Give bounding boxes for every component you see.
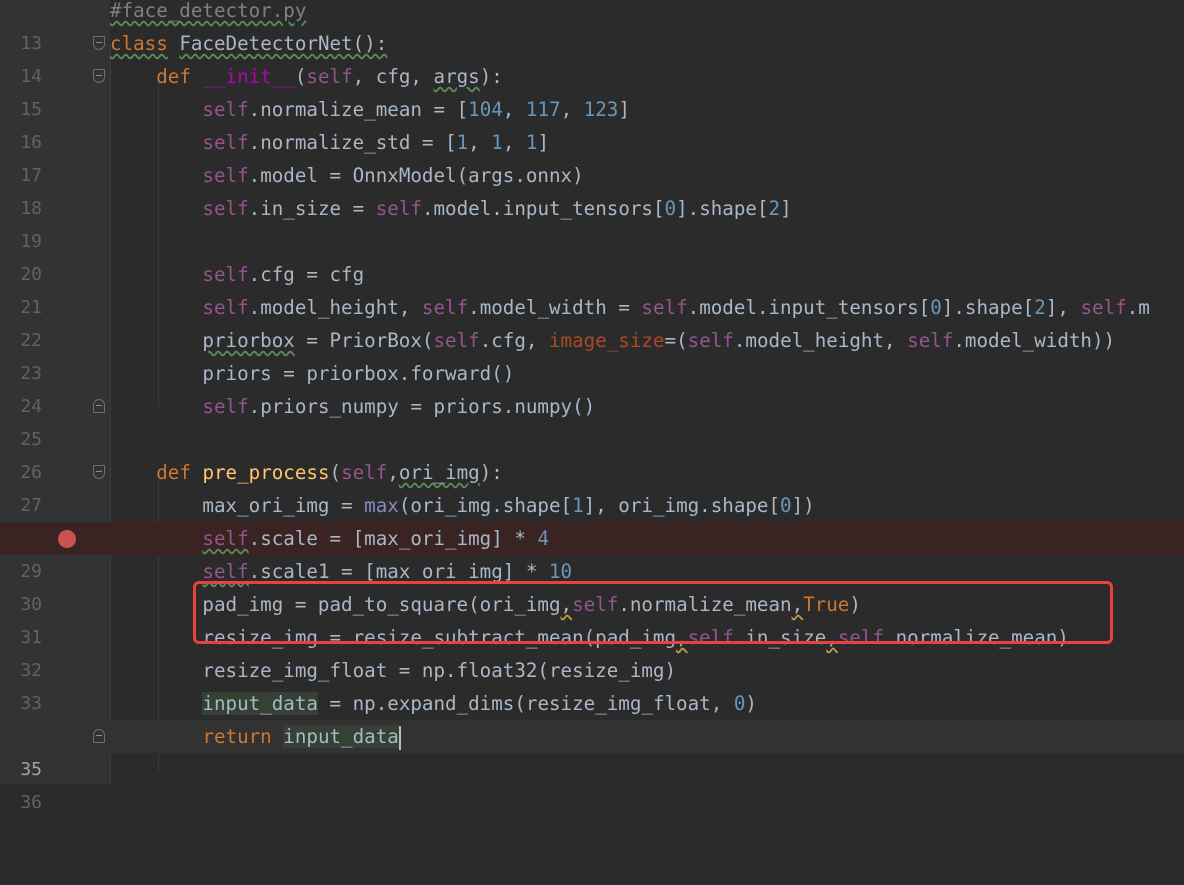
code-text: self.in_size = self.model.input_tensors[… bbox=[202, 197, 792, 220]
fold-toggle-icon[interactable] bbox=[93, 465, 105, 479]
code-line-current[interactable]: 35 return input_data bbox=[0, 720, 1184, 780]
fold-toggle-icon[interactable] bbox=[93, 36, 105, 50]
fold-toggle-icon[interactable] bbox=[93, 69, 105, 83]
code-line[interactable]: 28 max_ori_img = max(ori_img.shape[1], o… bbox=[0, 489, 1184, 549]
code-text: priors = priorbox.forward() bbox=[110, 362, 515, 385]
code-text: self.scale = [max_ori_img] * 4 bbox=[202, 527, 549, 550]
code-text: max_ori_img = max(ori_img.shape[1], ori_… bbox=[110, 494, 815, 517]
text-caret bbox=[398, 725, 401, 750]
code-editor[interactable]: 13 #face_detector.py 14 class FaceDetect… bbox=[0, 0, 1184, 813]
code-line[interactable]: 25 self.priors_numpy = priors.numpy() bbox=[0, 390, 1184, 450]
code-line[interactable]: 18 self.model = OnnxModel(args.onnx) bbox=[0, 159, 1184, 219]
code-text: def pre_process(self,ori_img): bbox=[156, 461, 503, 484]
code-line[interactable]: 16 self.normalize_mean = [104, 117, 123] bbox=[0, 93, 1184, 153]
code-text: priorbox = PriorBox(self.cfg, image_size… bbox=[202, 329, 1116, 352]
code-text: self.cfg = cfg bbox=[202, 263, 365, 286]
code-line[interactable]: 24 priors = priorbox.forward() bbox=[0, 357, 1184, 417]
code-line[interactable]: 13 #face_detector.py bbox=[0, 0, 1184, 54]
code-line[interactable]: 27 def pre_process(self,ori_img): bbox=[0, 456, 1184, 516]
breakpoint-icon[interactable] bbox=[58, 530, 76, 548]
code-text: def __init__(self, cfg, args): bbox=[156, 65, 503, 88]
code-line[interactable]: 23 priorbox = PriorBox(self.cfg, image_s… bbox=[0, 324, 1184, 384]
code-text: self.model = OnnxModel(args.onnx) bbox=[202, 164, 584, 187]
code-text: #face_detector.py bbox=[110, 0, 306, 27]
code-line[interactable]: 34 input_data = np.expand_dims(resize_im… bbox=[0, 687, 1184, 747]
code-text: class FaceDetectorNet(): bbox=[110, 32, 388, 55]
code-line[interactable]: 15 def __init__(self, cfg, args): bbox=[0, 60, 1184, 120]
code-text: return input_data bbox=[202, 725, 401, 750]
code-line[interactable]: 14 class FaceDetectorNet(): bbox=[0, 27, 1184, 87]
code-text: resize_img_float = np.float32(resize_img… bbox=[110, 659, 677, 682]
code-text: self.priors_numpy = priors.numpy() bbox=[202, 395, 596, 418]
code-line[interactable]: 26 bbox=[0, 423, 1184, 483]
fold-toggle-icon[interactable] bbox=[93, 399, 105, 413]
code-line[interactable]: 36 bbox=[0, 753, 1184, 813]
code-line[interactable]: 21 self.cfg = cfg bbox=[0, 258, 1184, 318]
code-text: input_data = np.expand_dims(resize_img_f… bbox=[202, 692, 757, 715]
annotation-highlight-box bbox=[193, 581, 1113, 644]
code-line[interactable]: 33 resize_img_float = np.float32(resize_… bbox=[0, 654, 1184, 714]
code-text: self.model_height, self.model_width = se… bbox=[202, 296, 1150, 319]
file-comment: #face_detector.py bbox=[110, 0, 307, 22]
code-text: self.normalize_std = [1, 1, 1] bbox=[202, 131, 550, 154]
code-text: self.normalize_mean = [104, 117, 123] bbox=[202, 98, 630, 121]
code-line-breakpoint[interactable]: 29 self.scale = [max_ori_img] * 4 bbox=[0, 522, 1184, 582]
code-line[interactable]: 22 self.model_height, self.model_width =… bbox=[0, 291, 1184, 351]
code-line[interactable]: 19 self.in_size = self.model.input_tenso… bbox=[0, 192, 1184, 252]
code-line[interactable]: 17 self.normalize_std = [1, 1, 1] bbox=[0, 126, 1184, 186]
fold-toggle-icon[interactable] bbox=[93, 729, 105, 743]
line-number: 36 bbox=[20, 792, 42, 813]
code-line[interactable]: 20 bbox=[0, 225, 1184, 285]
